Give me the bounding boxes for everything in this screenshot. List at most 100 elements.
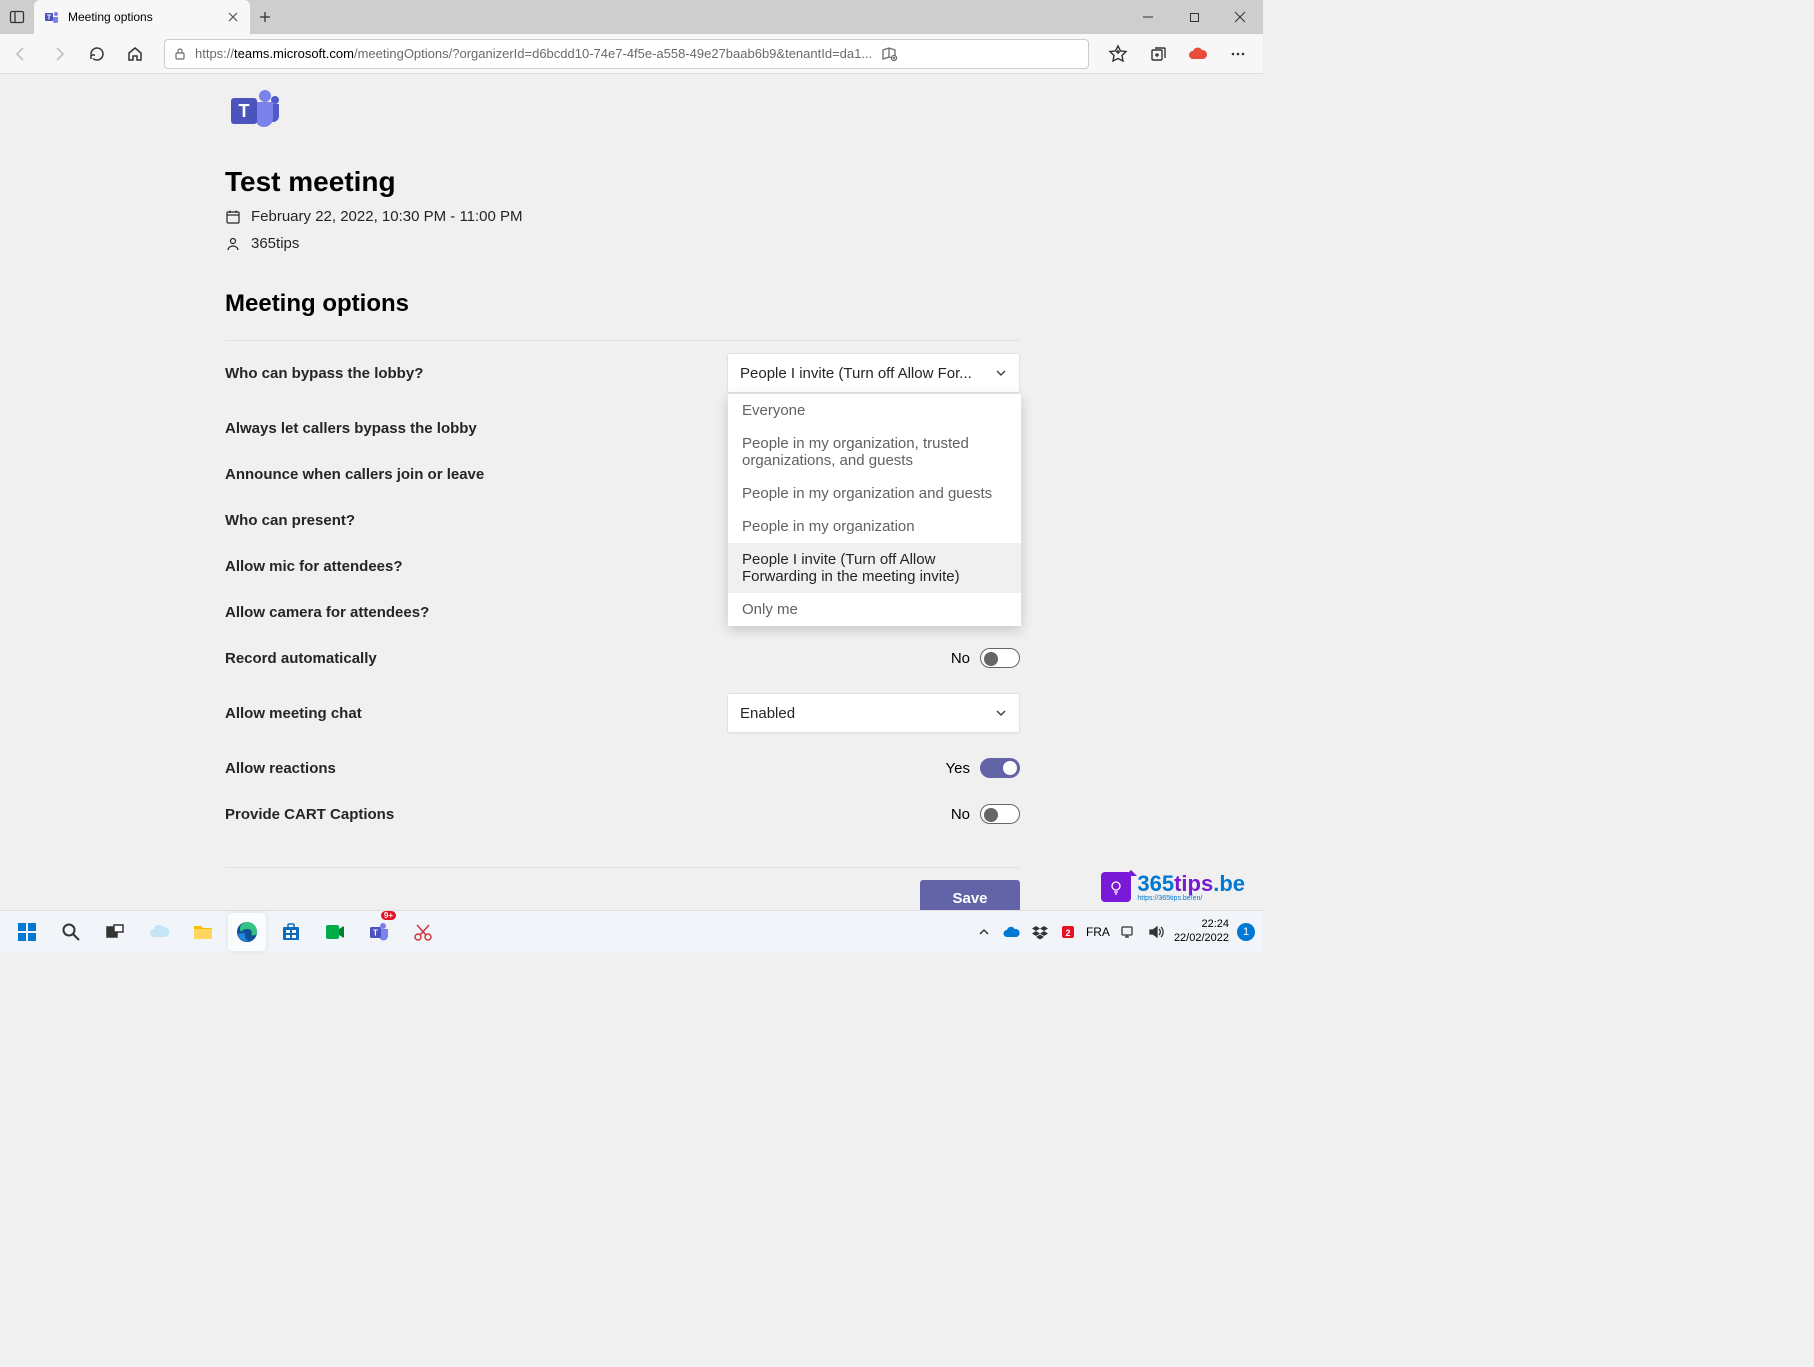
dropdown-option[interactable]: People in my organization, trusted organ… (728, 427, 1021, 477)
ms-store-icon[interactable] (272, 913, 310, 951)
url-text: https://teams.microsoft.com/meetingOptio… (195, 46, 872, 61)
toggle-allow-reactions[interactable] (980, 758, 1020, 778)
collections-icon[interactable] (1141, 37, 1175, 71)
meet-icon[interactable] (316, 913, 354, 951)
teams-badge: 9+ (381, 911, 396, 920)
close-window-button[interactable] (1217, 0, 1263, 34)
tray-chevron-icon[interactable] (974, 922, 994, 942)
task-view-icon[interactable] (96, 913, 134, 951)
minimize-button[interactable] (1125, 0, 1171, 34)
site-info-icon[interactable] (173, 47, 187, 61)
tab-close-icon[interactable] (226, 10, 240, 24)
chevron-down-icon (995, 707, 1007, 719)
option-cart: Provide CART Captions No (225, 791, 1020, 837)
notifications-icon[interactable]: 1 (1237, 923, 1255, 941)
volume-tray-icon[interactable] (1146, 922, 1166, 942)
label-cart: Provide CART Captions (225, 806, 951, 823)
dropbox-tray-icon[interactable] (1030, 922, 1050, 942)
menu-icon[interactable] (1221, 37, 1255, 71)
svg-text:T: T (47, 15, 52, 22)
taskbar-right: 2 FRA 22:24 22/02/2022 1 (974, 918, 1255, 944)
toggle-record-auto[interactable] (980, 648, 1020, 668)
label-bypass-lobby: Who can bypass the lobby? (225, 365, 727, 382)
taskbar-left: T9+ (8, 913, 442, 951)
snip-icon[interactable] (404, 913, 442, 951)
divider (225, 867, 1020, 868)
select-value: People I invite (Turn off Allow For... (740, 365, 995, 382)
section-title: Meeting options (225, 290, 1020, 318)
cloud-sync-icon[interactable] (1181, 37, 1215, 71)
watermark: 365tips.be https://365tips.be/en/ (1101, 871, 1245, 902)
option-record-auto: Record automatically No (225, 635, 1020, 681)
dropdown-bypass-lobby: Everyone People in my organization, trus… (728, 394, 1021, 626)
window-titlebar: T Meeting options (0, 0, 1263, 34)
svg-text:2: 2 (1065, 928, 1070, 938)
label-allow-chat: Allow meeting chat (225, 705, 727, 722)
content-container: T Test meeting February 22, 2022, 10:30 … (225, 74, 1020, 910)
dropdown-option[interactable]: People in my organization (728, 510, 1021, 543)
calendar-icon (225, 209, 241, 225)
start-button[interactable] (8, 913, 46, 951)
meeting-datetime-row: February 22, 2022, 10:30 PM - 11:00 PM (225, 208, 1020, 225)
home-button[interactable] (118, 37, 152, 71)
time: 22:24 (1174, 918, 1229, 931)
select-allow-chat[interactable]: Enabled (727, 693, 1020, 733)
refresh-button[interactable] (80, 37, 114, 71)
save-row: Save (225, 880, 1020, 910)
onedrive-icon[interactable] (140, 913, 178, 951)
svg-text:T: T (239, 101, 250, 121)
select-bypass-lobby[interactable]: People I invite (Turn off Allow For... E… (727, 353, 1020, 393)
meeting-title: Test meeting (225, 166, 1020, 198)
back-button[interactable] (4, 37, 38, 71)
meeting-datetime: February 22, 2022, 10:30 PM - 11:00 PM (251, 208, 523, 225)
browser-toolbar: https://teams.microsoft.com/meetingOptio… (0, 34, 1263, 74)
new-tab-button[interactable] (250, 11, 280, 23)
dropdown-option[interactable]: People in my organization and guests (728, 477, 1021, 510)
option-allow-reactions: Allow reactions Yes (225, 745, 1020, 791)
organizer-row: 365tips (225, 235, 1020, 252)
browser-tab[interactable]: T Meeting options (34, 0, 250, 34)
toggle-label: No (951, 806, 970, 823)
organizer-icon (225, 236, 241, 252)
reading-mode-icon[interactable] (880, 45, 898, 63)
address-bar[interactable]: https://teams.microsoft.com/meetingOptio… (164, 39, 1089, 69)
chevron-down-icon (995, 367, 1007, 379)
svg-text:T: T (373, 928, 378, 937)
option-bypass-lobby: Who can bypass the lobby? People I invit… (225, 341, 1020, 405)
tab-actions-icon[interactable] (0, 9, 34, 25)
onedrive-tray-icon[interactable] (1002, 922, 1022, 942)
sync-tray-icon[interactable]: 2 (1058, 922, 1078, 942)
edge-icon[interactable] (228, 913, 266, 951)
language-indicator[interactable]: FRA (1086, 925, 1110, 939)
select-value: Enabled (740, 705, 995, 722)
dropdown-option-selected[interactable]: People I invite (Turn off Allow Forwardi… (728, 543, 1021, 593)
option-allow-chat: Allow meeting chat Enabled (225, 681, 1020, 745)
label-allow-reactions: Allow reactions (225, 760, 946, 777)
toggle-cart[interactable] (980, 804, 1020, 824)
file-explorer-icon[interactable] (184, 913, 222, 951)
label-record-auto: Record automatically (225, 650, 951, 667)
window-controls (1125, 0, 1263, 34)
page-viewport: T Test meeting February 22, 2022, 10:30 … (0, 74, 1251, 910)
date: 22/02/2022 (1174, 932, 1229, 945)
watermark-text: 365tips.be (1137, 871, 1245, 897)
dropdown-option[interactable]: Only me (728, 593, 1021, 626)
save-button[interactable]: Save (920, 880, 1020, 910)
teams-logo-icon: T (225, 86, 1020, 134)
search-icon[interactable] (52, 913, 90, 951)
organizer-name: 365tips (251, 235, 299, 252)
favorites-icon[interactable] (1101, 37, 1135, 71)
maximize-button[interactable] (1171, 0, 1217, 34)
toggle-label: Yes (946, 760, 970, 777)
dropdown-option[interactable]: Everyone (728, 394, 1021, 427)
teams-favicon-icon: T (44, 9, 60, 25)
teams-taskbar-icon[interactable]: T9+ (360, 913, 398, 951)
clock[interactable]: 22:24 22/02/2022 (1174, 918, 1229, 944)
network-tray-icon[interactable] (1118, 922, 1138, 942)
toggle-label: No (951, 650, 970, 667)
taskbar: T9+ 2 FRA 22:24 22/02/2022 1 (0, 910, 1263, 952)
tab-title: Meeting options (68, 10, 218, 24)
watermark-icon (1101, 872, 1131, 902)
toolbar-right (1101, 37, 1259, 71)
forward-button[interactable] (42, 37, 76, 71)
